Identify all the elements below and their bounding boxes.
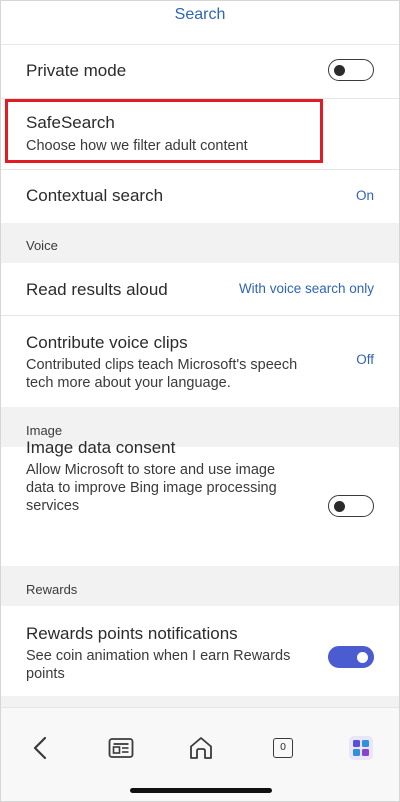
contribute-voice-clips-label: Contribute voice clips	[26, 333, 188, 352]
highlight-box	[5, 99, 323, 163]
private-mode-row[interactable]: Private mode	[1, 46, 399, 98]
image-data-consent-description: services	[26, 498, 80, 514]
page-title: Search	[174, 6, 226, 23]
image-data-consent-label: Image data consent	[26, 438, 176, 457]
apps-grid-icon	[349, 736, 373, 760]
section-voice: Voice	[1, 223, 399, 263]
rewards-notifications-description: points	[26, 666, 65, 682]
read-results-aloud-label: Read results aloud	[26, 280, 168, 299]
image-data-consent-toggle[interactable]	[328, 495, 374, 517]
home-icon	[190, 737, 212, 759]
contextual-search-row[interactable]: Contextual search On	[1, 170, 399, 222]
private-mode-label: Private mode	[26, 61, 127, 80]
rewards-notifications-toggle[interactable]	[328, 646, 374, 668]
section-label: Image	[26, 423, 63, 438]
rewards-notifications-description: See coin animation when I earn Rewards	[26, 648, 291, 664]
contextual-search-value[interactable]: On	[356, 188, 374, 203]
settings-screen: Search Private mode SafeSearch Choose ho…	[0, 0, 400, 802]
read-results-aloud-row[interactable]: Read results aloud With voice search onl…	[1, 263, 399, 315]
contribute-voice-clips-row[interactable]: Contribute voice clips Contributed clips…	[1, 316, 399, 406]
image-data-consent-row[interactable]: Image data consent Allow Microsoft to st…	[1, 438, 399, 565]
back-button[interactable]	[27, 734, 55, 762]
contribute-voice-clips-description: tech more about your language.	[26, 375, 231, 391]
read-results-aloud-value[interactable]: With voice search only	[239, 281, 374, 296]
image-data-consent-description: data to improve Bing image processing	[26, 480, 277, 496]
back-icon	[33, 736, 47, 760]
toggle-knob	[334, 64, 345, 76]
tabs-button[interactable]: 0	[267, 734, 295, 762]
section-spacer	[1, 696, 399, 707]
apps-button[interactable]	[347, 734, 375, 762]
header-bar: Search	[1, 1, 399, 45]
contribute-voice-clips-description: Contributed clips teach Microsoft's spee…	[26, 357, 298, 373]
toggle-knob	[357, 651, 368, 663]
section-label: Voice	[26, 238, 58, 253]
private-mode-toggle[interactable]	[328, 59, 374, 81]
section-label: Rewards	[26, 582, 78, 597]
tabs-icon: 0	[273, 738, 293, 758]
news-button[interactable]	[107, 734, 135, 762]
contribute-voice-clips-value[interactable]: Off	[356, 352, 374, 367]
section-rewards: Rewards	[1, 566, 399, 606]
toggle-knob	[334, 500, 345, 512]
rewards-notifications-row[interactable]: Rewards points notifications See coin an…	[1, 606, 399, 696]
home-button[interactable]	[187, 734, 215, 762]
home-indicator	[130, 788, 272, 793]
contextual-search-label: Contextual search	[26, 186, 164, 205]
rewards-notifications-label: Rewards points notifications	[26, 624, 238, 643]
news-icon	[108, 738, 134, 758]
image-data-consent-description: Allow Microsoft to store and use image	[26, 462, 276, 478]
